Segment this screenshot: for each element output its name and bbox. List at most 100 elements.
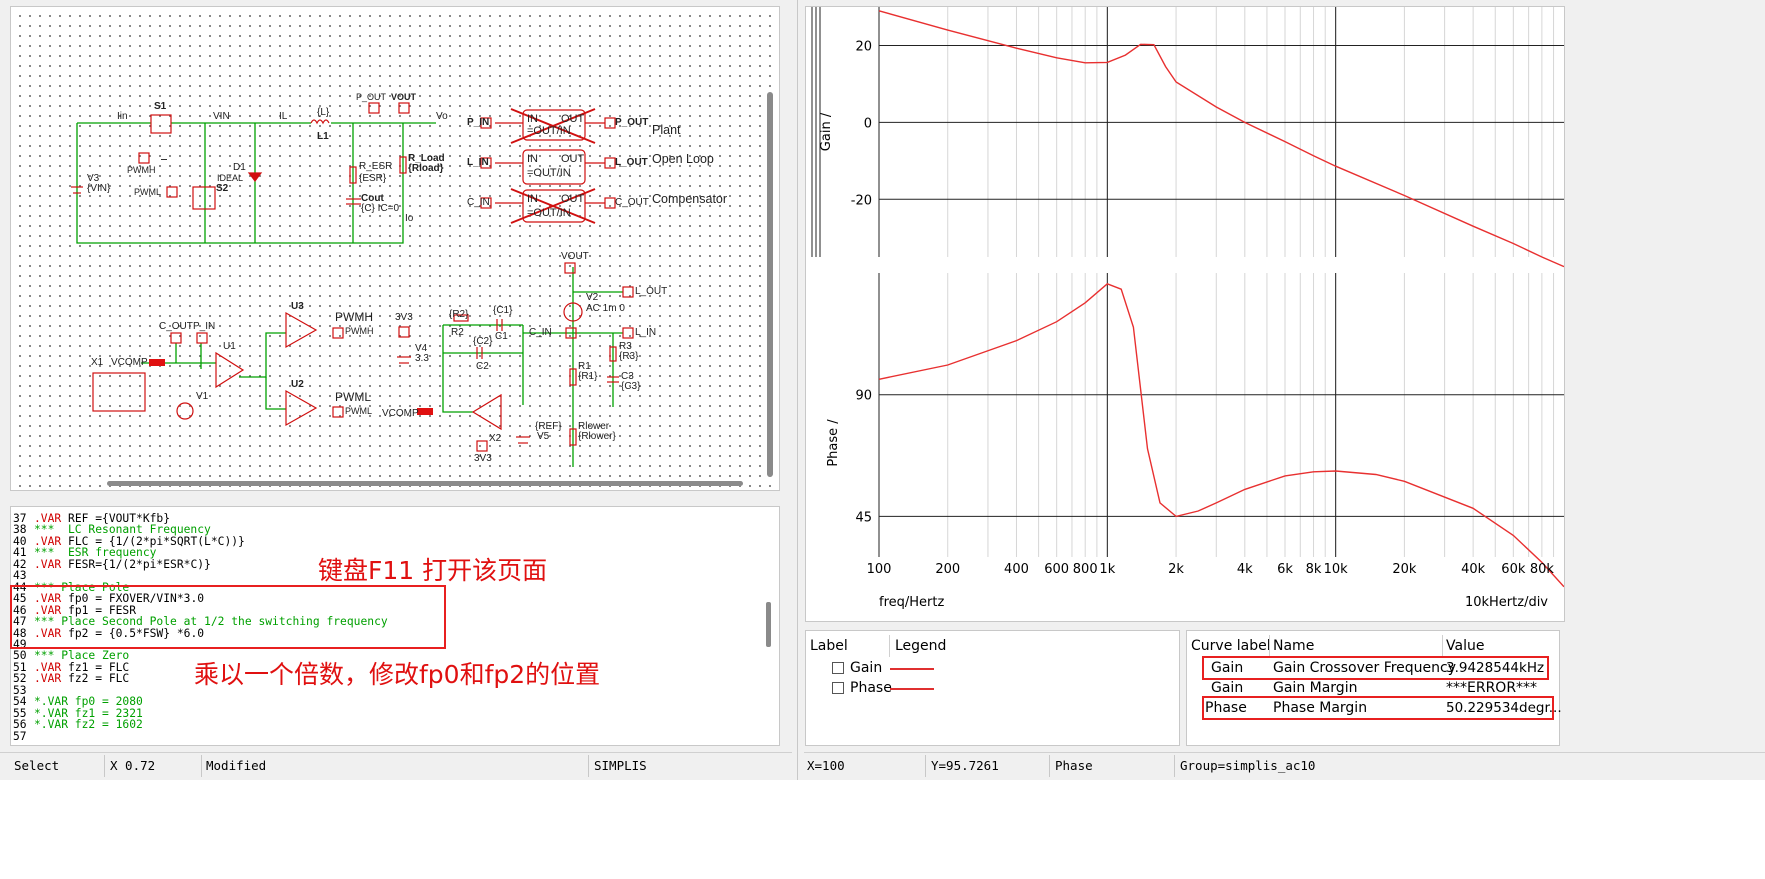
comp-block-eq: =OUT/IN <box>527 207 571 219</box>
plant-block-eq: =OUT/IN <box>527 125 571 137</box>
label-v2: V2 <box>586 292 599 303</box>
label-x2: X2 <box>489 433 502 444</box>
status-bar-right: X=100 Y=95.7261 Phase Group=simplis_ac10 <box>804 752 1765 779</box>
meas-header-curve: Curve label <box>1191 638 1271 654</box>
annotation-multiplier: 乘以一个倍数，修改fp0和fp2的位置 <box>194 660 601 689</box>
gain-curve <box>878 10 1564 268</box>
legend-gain-label: Gain <box>850 660 883 676</box>
label-iin: Iin <box>117 111 128 122</box>
desktop-background <box>0 780 1765 879</box>
measurements-panel: Curve label Name Value Gain Gain Crossov… <box>1186 630 1562 746</box>
status-group: Group=simplis_ac10 <box>1180 758 1316 773</box>
label-u2: U2 <box>291 379 304 390</box>
phase-tick-label: 90 <box>855 389 872 404</box>
line-number: 57 <box>13 729 27 743</box>
label-vout-node: VOUT <box>391 92 417 102</box>
phase-tick-label: 45 <box>855 510 872 525</box>
label-r-esr: R_ESR <box>359 161 393 172</box>
comp-block-in: IN <box>527 193 538 205</box>
x-tick-label: 40k <box>1461 562 1486 577</box>
label-p-out-node: P_OUT <box>356 92 387 102</box>
schematic-canvas[interactable]: Iin S1 VIN IL {L} L1 P_OUT VOUT Vo PWMH … <box>10 6 780 491</box>
label-r-load-value: {Rload} <box>408 163 444 174</box>
window-divider[interactable] <box>792 0 804 879</box>
status-curve: Phase <box>1055 758 1093 773</box>
script-line[interactable]: 52 .VAR fz2 = FLC <box>13 673 129 685</box>
script-keyword: .VAR <box>34 672 62 686</box>
label-c-in: C_IN <box>467 197 490 208</box>
phase-curve <box>878 282 1564 588</box>
script-line[interactable]: 57 <box>13 729 34 743</box>
label-r2: R2 <box>451 327 464 338</box>
legend-header-legend: Legend <box>895 638 947 654</box>
x-tick-label: 6k <box>1277 562 1293 577</box>
plant-block-in: IN <box>527 113 538 125</box>
legend-panel: Label Legend Gain Phase <box>805 630 1180 746</box>
gain-axis-label: Gain / <box>819 112 834 151</box>
label-il: IL <box>279 111 288 122</box>
label-pwmh-port: PWMH <box>345 326 374 336</box>
label-u3: U3 <box>291 301 304 312</box>
label-cout-value: {C} IC=0 <box>361 203 400 214</box>
bode-plot-svg[interactable]: 200-20Gain /9045Phase /100 200 400 600 800 1k… <box>806 7 1564 621</box>
status-x: X 0.72 <box>110 758 156 773</box>
legend-header-label: Label <box>810 638 848 654</box>
label-pwml-port: PWML <box>345 406 372 416</box>
script-line[interactable]: 42 .VAR FESR={1/(2*pi*ESR*C)} <box>13 558 211 571</box>
label-vin: VIN <box>213 111 230 122</box>
x-tick-label: 60k <box>1501 562 1526 577</box>
label-open-loop: Open Loop <box>652 152 714 166</box>
schematic-vertical-scrollbar[interactable] <box>767 17 773 479</box>
gain-curve-checkbox[interactable] <box>832 662 844 674</box>
script-vertical-scrollbar[interactable] <box>766 602 771 647</box>
x-tick-label: 1k <box>1099 562 1115 577</box>
scrollbar-thumb[interactable] <box>767 92 773 477</box>
label-pwml: PWML <box>134 187 161 197</box>
label-r-esr-value: {ESR} <box>359 173 387 184</box>
label-pwml-flag: PWML <box>335 390 371 404</box>
label-c-in-ctl: C_IN <box>529 327 552 338</box>
script-text: fz2 = FLC <box>61 672 130 686</box>
label-v1: V1 <box>196 391 209 402</box>
label-v4-value: 3.3 <box>415 353 429 364</box>
x-tick-label: 200 <box>935 562 960 577</box>
legend-phase-label: Phase <box>850 680 892 696</box>
status-cursor-y: Y=95.7261 <box>931 758 999 773</box>
legend-gain-line <box>890 668 934 670</box>
label-p-in: P_IN <box>467 117 490 128</box>
label-r3-value: {R3} <box>619 351 639 362</box>
legend-phase-line <box>890 688 934 690</box>
schematic-horizontal-scrollbar[interactable] <box>107 481 743 486</box>
meas-value: ***ERROR*** <box>1446 680 1538 696</box>
x-tick-label: 80k <box>1530 562 1555 577</box>
gain-tick-label: 20 <box>855 39 872 54</box>
loop-block-eq: =OUT/IN <box>527 167 571 179</box>
label-l-in: L_IN <box>467 157 489 168</box>
loop-block-out: OUT <box>561 153 585 165</box>
x-division-label: 10kHertz/div <box>1465 595 1548 610</box>
label-vo: Vo <box>436 111 448 122</box>
label-v5: V5 <box>537 431 550 442</box>
comp-block-out: OUT <box>561 193 585 205</box>
highlight-box-crossover <box>1202 656 1549 680</box>
label-s2: S2 <box>216 183 229 194</box>
x-tick-label: 20k <box>1392 562 1417 577</box>
loop-block-in: IN <box>527 153 538 165</box>
label-l1-value: {L} <box>317 107 330 118</box>
label-d1: D1 <box>233 162 246 173</box>
x-tick-label: 600 <box>1044 562 1069 577</box>
bode-plot-area[interactable]: 20 0 -20 Gain /90 45 Phase /100 200 400 600 800 1k… <box>805 6 1565 622</box>
label-plant: Plant <box>652 123 681 137</box>
label-l-out-2: L_OUT <box>635 286 668 297</box>
label-compensator: Compensator <box>652 192 728 206</box>
label-l1: L1 <box>317 131 329 142</box>
annotation-f11: 键盘F11 打开该页面 <box>318 556 548 585</box>
x-axis-label: freq/Hertz <box>879 595 944 610</box>
script-line[interactable]: 56 *.VAR fz2 = 1602 <box>13 719 143 731</box>
meas-header-value: Value <box>1446 638 1485 654</box>
label-p-out: P_OUT <box>615 117 649 128</box>
label-rlower-value: {Rlower} <box>578 431 616 442</box>
label-vcomp: VCOMP <box>111 357 148 368</box>
phase-curve-checkbox[interactable] <box>832 682 844 694</box>
label-v2-value: AC 1m 0 <box>586 303 625 314</box>
